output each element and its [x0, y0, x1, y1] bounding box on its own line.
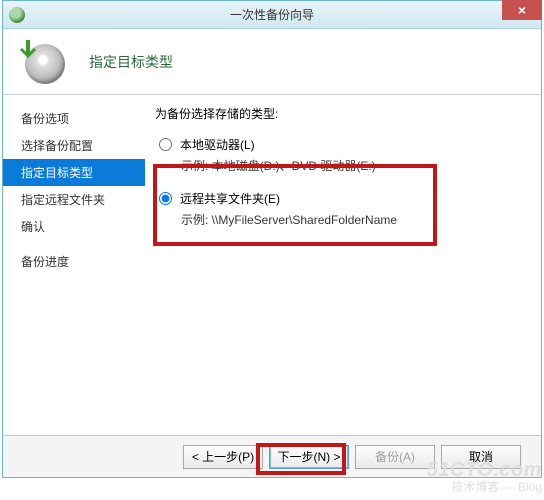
wizard-header: 指定目标类型	[3, 29, 541, 95]
option-local-drive-example: 示例: 本地磁盘(D:)、DVD 驱动器(E:)	[155, 155, 521, 182]
page-title: 指定目标类型	[89, 52, 173, 72]
step-select-config[interactable]: 选择备份配置	[3, 132, 145, 159]
radio-remote-share[interactable]	[159, 192, 172, 205]
close-button[interactable]: ×	[502, 0, 542, 20]
step-backup-progress[interactable]: 备份进度	[3, 248, 145, 275]
wizard-footer: < 上一步(P) 下一步(N) > 备份(A) 取消	[3, 435, 541, 477]
prev-button[interactable]: < 上一步(P)	[183, 445, 263, 469]
step-remote-folder[interactable]: 指定远程文件夹	[3, 186, 145, 213]
option-local-drive-label: 本地驱动器(L)	[180, 136, 255, 153]
download-arrow-icon	[15, 38, 39, 62]
option-remote-share-example: 示例: \\MyFileServer\SharedFolderName	[155, 209, 521, 236]
step-target-type[interactable]: 指定目标类型	[3, 159, 145, 186]
window-title: 一次性备份向导	[230, 6, 314, 23]
app-icon	[9, 7, 25, 23]
close-icon: ×	[518, 2, 526, 18]
option-remote-share-label: 远程共享文件夹(E)	[180, 190, 280, 207]
option-local-drive: 本地驱动器(L) 示例: 本地磁盘(D:)、DVD 驱动器(E:)	[155, 134, 521, 182]
option-remote-share-row[interactable]: 远程共享文件夹(E)	[155, 188, 521, 209]
wizard-content: 为备份选择存储的类型: 本地驱动器(L) 示例: 本地磁盘(D:)、DVD 驱动…	[145, 95, 541, 435]
option-local-drive-row[interactable]: 本地驱动器(L)	[155, 134, 521, 155]
cancel-button[interactable]: 取消	[441, 445, 521, 469]
radio-local-drive[interactable]	[159, 138, 172, 151]
content-prompt: 为备份选择存储的类型:	[155, 105, 521, 122]
watermark-line2: 技术博客 — Blog	[427, 481, 542, 494]
step-backup-options[interactable]: 备份选项	[3, 105, 145, 132]
backup-button: 备份(A)	[355, 445, 435, 469]
next-button[interactable]: 下一步(N) >	[269, 445, 349, 469]
wizard-window: 一次性备份向导 × 指定目标类型 备份选项 选择备份配置 指定目标类型 指定远程…	[2, 0, 542, 478]
wizard-steps-sidebar: 备份选项 选择备份配置 指定目标类型 指定远程文件夹 确认 备份进度	[3, 95, 145, 435]
step-confirm[interactable]: 确认	[3, 213, 145, 240]
option-remote-share: 远程共享文件夹(E) 示例: \\MyFileServer\SharedFold…	[155, 188, 521, 236]
title-bar: 一次性备份向导 ×	[3, 1, 541, 29]
wizard-icon	[17, 40, 65, 84]
